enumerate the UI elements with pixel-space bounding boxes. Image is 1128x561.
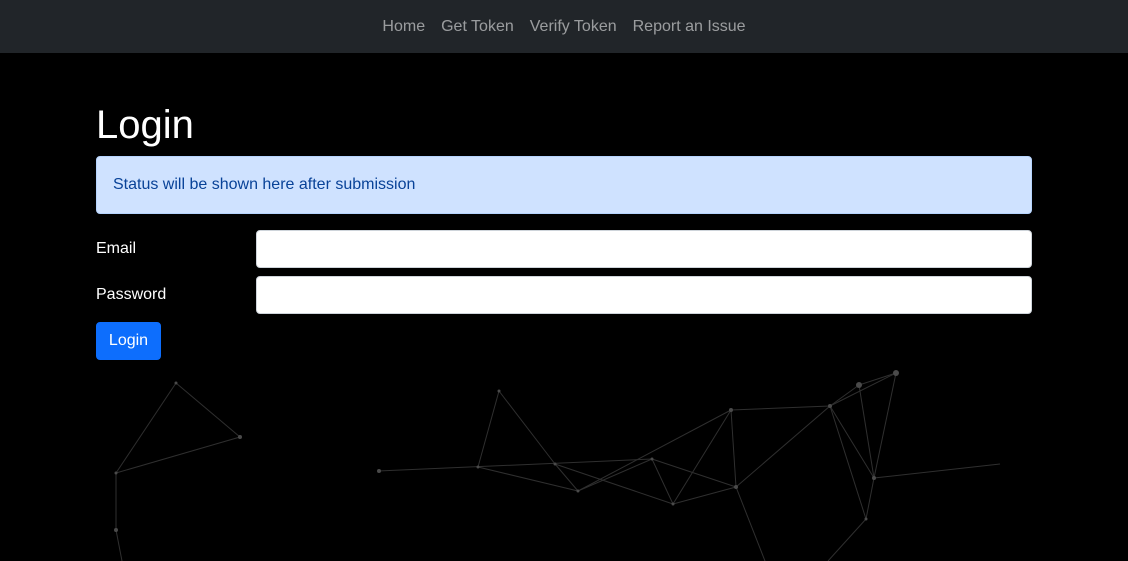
nav-verify-token-link[interactable]: Verify Token: [522, 15, 625, 39]
login-button[interactable]: Login: [96, 322, 161, 360]
top-navbar: Home Get Token Verify Token Report an Is…: [0, 0, 1128, 53]
password-field[interactable]: [256, 276, 1032, 314]
nav-home-link[interactable]: Home: [374, 15, 433, 39]
nav-get-token-link[interactable]: Get Token: [433, 15, 522, 39]
password-row: Password: [96, 276, 1032, 314]
status-alert: Status will be shown here after submissi…: [96, 156, 1032, 214]
email-field[interactable]: [256, 230, 1032, 268]
email-label: Email: [96, 240, 137, 257]
status-message: Status will be shown here after submissi…: [113, 176, 416, 193]
password-label: Password: [96, 286, 167, 303]
email-row: Email: [96, 230, 1032, 268]
nav-report-issue-link[interactable]: Report an Issue: [625, 15, 754, 39]
page-title: Login: [96, 103, 194, 147]
